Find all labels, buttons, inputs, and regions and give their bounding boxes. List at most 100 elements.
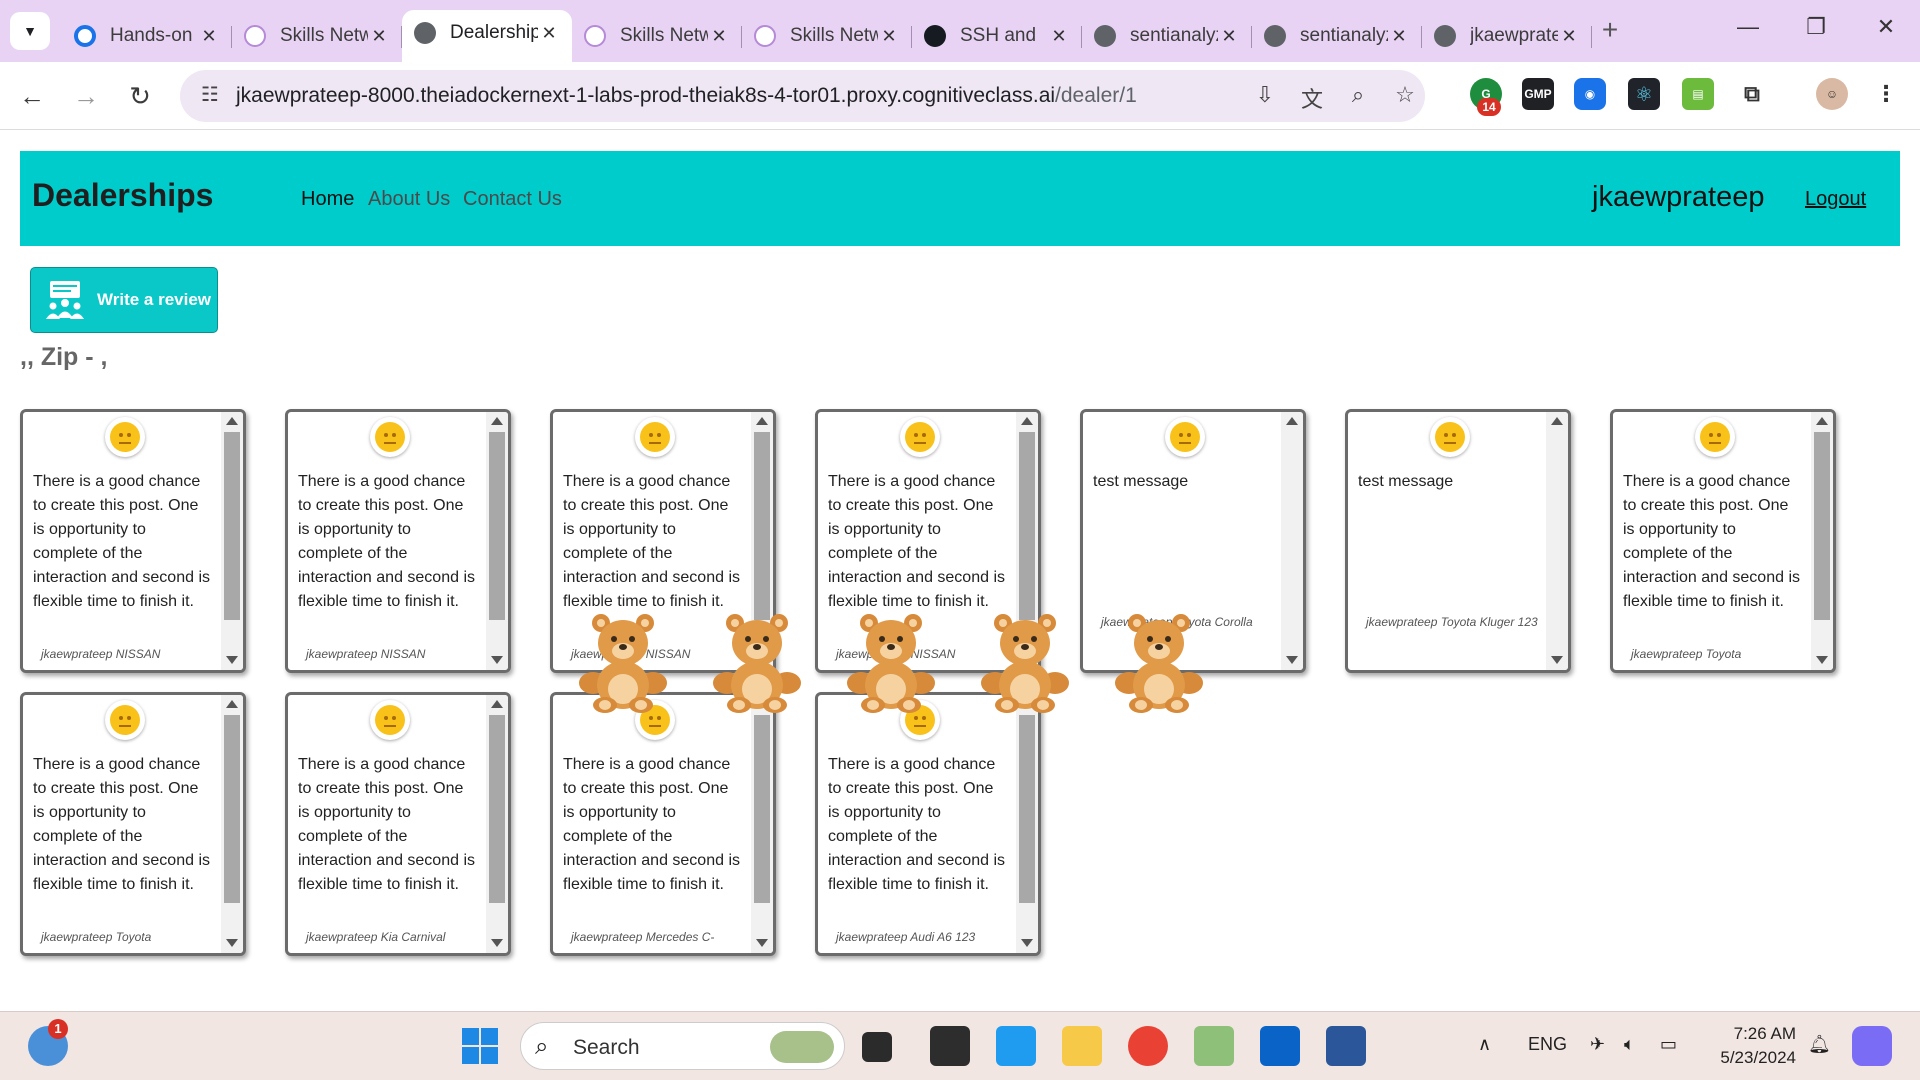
- scroll-up-arrow-icon[interactable]: [1551, 417, 1563, 425]
- scroll-thumb[interactable]: [1019, 715, 1035, 903]
- scroll-up-arrow-icon[interactable]: [491, 417, 503, 425]
- scroll-up-arrow-icon[interactable]: [1021, 417, 1033, 425]
- browser-menu-icon[interactable]: ⋮: [1870, 78, 1902, 110]
- language-indicator[interactable]: ENG: [1528, 1034, 1567, 1055]
- scroll-up-arrow-icon[interactable]: [1286, 417, 1298, 425]
- taskbar-search[interactable]: ⌕ Search: [520, 1022, 845, 1070]
- restore-icon[interactable]: ❐: [1796, 14, 1836, 40]
- scroll-up-arrow-icon[interactable]: [226, 700, 238, 708]
- review-scrollbar[interactable]: [1546, 412, 1568, 670]
- close-tab-icon[interactable]: ✕: [878, 26, 900, 47]
- scroll-thumb[interactable]: [754, 715, 770, 903]
- review-scrollbar[interactable]: [1016, 695, 1038, 953]
- word-app-icon[interactable]: [1326, 1026, 1366, 1066]
- zoom-icon[interactable]: ⌕: [1343, 82, 1373, 112]
- scroll-thumb[interactable]: [489, 432, 505, 620]
- close-tab-icon[interactable]: ✕: [198, 26, 220, 47]
- minimize-icon[interactable]: —: [1728, 14, 1768, 40]
- close-tab-icon[interactable]: ✕: [368, 26, 390, 47]
- review-card[interactable]: There is a good chance to create this po…: [20, 692, 246, 956]
- scroll-down-arrow-icon[interactable]: [226, 656, 238, 664]
- scroll-down-arrow-icon[interactable]: [491, 939, 503, 947]
- review-scrollbar[interactable]: [221, 695, 243, 953]
- review-card[interactable]: There is a good chance to create this po…: [285, 409, 511, 673]
- review-scrollbar[interactable]: [221, 412, 243, 670]
- notification-bell-icon[interactable]: 🔔︎: [1808, 1034, 1831, 1055]
- close-tab-icon[interactable]: ✕: [1048, 26, 1070, 47]
- scroll-down-arrow-icon[interactable]: [491, 656, 503, 664]
- scroll-down-arrow-icon[interactable]: [1816, 656, 1828, 664]
- close-tab-icon[interactable]: ✕: [1558, 26, 1580, 47]
- scroll-down-arrow-icon[interactable]: [1551, 656, 1563, 664]
- brand-title[interactable]: Dealerships: [32, 177, 213, 214]
- browser-tab[interactable]: jkaewprateep✕: [1422, 14, 1592, 58]
- scroll-up-arrow-icon[interactable]: [491, 700, 503, 708]
- close-window-icon[interactable]: ✕: [1866, 14, 1906, 40]
- scroll-up-arrow-icon[interactable]: [756, 417, 768, 425]
- scroll-thumb[interactable]: [1814, 432, 1830, 620]
- close-tab-icon[interactable]: ✕: [1218, 26, 1240, 47]
- windows-start-icon[interactable]: [460, 1026, 500, 1066]
- close-tab-icon[interactable]: ✕: [538, 23, 560, 44]
- extension-camera-icon[interactable]: ◉: [1574, 78, 1606, 110]
- battery-icon[interactable]: ▭: [1660, 1034, 1677, 1055]
- scroll-down-arrow-icon[interactable]: [756, 939, 768, 947]
- scroll-thumb[interactable]: [489, 715, 505, 903]
- browser-tab[interactable]: sentianalyzer✕: [1252, 14, 1422, 58]
- nav-link-contact[interactable]: Contact Us: [463, 188, 562, 211]
- review-card[interactable]: There is a good chance to create this po…: [815, 692, 1041, 956]
- task-view-icon[interactable]: [862, 1032, 892, 1062]
- browser-tab[interactable]: Skills Network✕: [742, 14, 912, 58]
- scroll-up-arrow-icon[interactable]: [1816, 417, 1828, 425]
- review-scrollbar[interactable]: [486, 695, 508, 953]
- nav-link-home[interactable]: Home: [301, 188, 354, 211]
- copilot-icon[interactable]: [1852, 1026, 1892, 1066]
- back-button[interactable]: ←: [14, 78, 50, 114]
- terminal-app-icon[interactable]: [930, 1026, 970, 1066]
- review-scrollbar[interactable]: [1281, 412, 1303, 670]
- extension-react-icon[interactable]: ⚛: [1628, 78, 1660, 110]
- url-text[interactable]: jkaewprateep-8000.theiadockernext-1-labs…: [236, 84, 1137, 108]
- nav-link-about[interactable]: About Us: [368, 188, 450, 211]
- review-scrollbar[interactable]: [751, 695, 773, 953]
- logout-link[interactable]: Logout: [1805, 188, 1866, 211]
- paint-app-icon[interactable]: [1194, 1026, 1234, 1066]
- forward-button[interactable]: →: [68, 78, 104, 114]
- scroll-down-arrow-icon[interactable]: [226, 939, 238, 947]
- new-tab-button[interactable]: +: [1595, 14, 1625, 46]
- tray-overflow-chevron-icon[interactable]: ∧: [1478, 1034, 1491, 1055]
- translate-icon[interactable]: 文: [1297, 82, 1327, 112]
- volume-icon[interactable]: 🔈︎: [1624, 1034, 1635, 1055]
- close-tab-icon[interactable]: ✕: [708, 26, 730, 47]
- scroll-thumb[interactable]: [224, 715, 240, 903]
- browser-tab[interactable]: sentianalyzer✕: [1082, 14, 1252, 58]
- outlook-app-icon[interactable]: [1260, 1026, 1300, 1066]
- review-card[interactable]: There is a good chance to create this po…: [1610, 409, 1836, 673]
- browser-tab[interactable]: Skills Network✕: [572, 14, 742, 58]
- browser-tab[interactable]: Skills Network✕: [232, 14, 402, 58]
- file-explorer-icon[interactable]: [1062, 1026, 1102, 1066]
- review-card[interactable]: There is a good chance to create this po…: [550, 692, 776, 956]
- browser-tab[interactable]: Hands-on ✕: [62, 14, 232, 58]
- browser-tab[interactable]: SSH and ✕: [912, 14, 1082, 58]
- review-scrollbar[interactable]: [486, 412, 508, 670]
- scroll-thumb[interactable]: [754, 432, 770, 620]
- scroll-up-arrow-icon[interactable]: [226, 417, 238, 425]
- profile-avatar[interactable]: ☺: [1816, 78, 1848, 110]
- install-app-icon[interactable]: ⇩: [1250, 82, 1280, 112]
- scroll-thumb[interactable]: [224, 432, 240, 620]
- vscode-app-icon[interactable]: [996, 1026, 1036, 1066]
- scroll-thumb[interactable]: [1019, 432, 1035, 620]
- review-scrollbar[interactable]: [1811, 412, 1833, 670]
- review-card[interactable]: There is a good chance to create this po…: [20, 409, 246, 673]
- tab-search-button[interactable]: ▼: [10, 12, 50, 50]
- browser-tab[interactable]: Dealerships✕: [402, 10, 572, 62]
- extension-print-icon[interactable]: ▤: [1682, 78, 1714, 110]
- extension-gmp-icon[interactable]: GMP: [1522, 78, 1554, 110]
- address-bar[interactable]: ☷ jkaewprateep-8000.theiadockernext-1-la…: [180, 70, 1425, 122]
- extensions-puzzle-icon[interactable]: ⧉: [1736, 78, 1768, 110]
- site-settings-icon[interactable]: ☷: [196, 82, 224, 110]
- system-clock[interactable]: 7:26 AM 5/23/2024: [1710, 1022, 1796, 1070]
- close-tab-icon[interactable]: ✕: [1388, 26, 1410, 47]
- scroll-down-arrow-icon[interactable]: [1286, 656, 1298, 664]
